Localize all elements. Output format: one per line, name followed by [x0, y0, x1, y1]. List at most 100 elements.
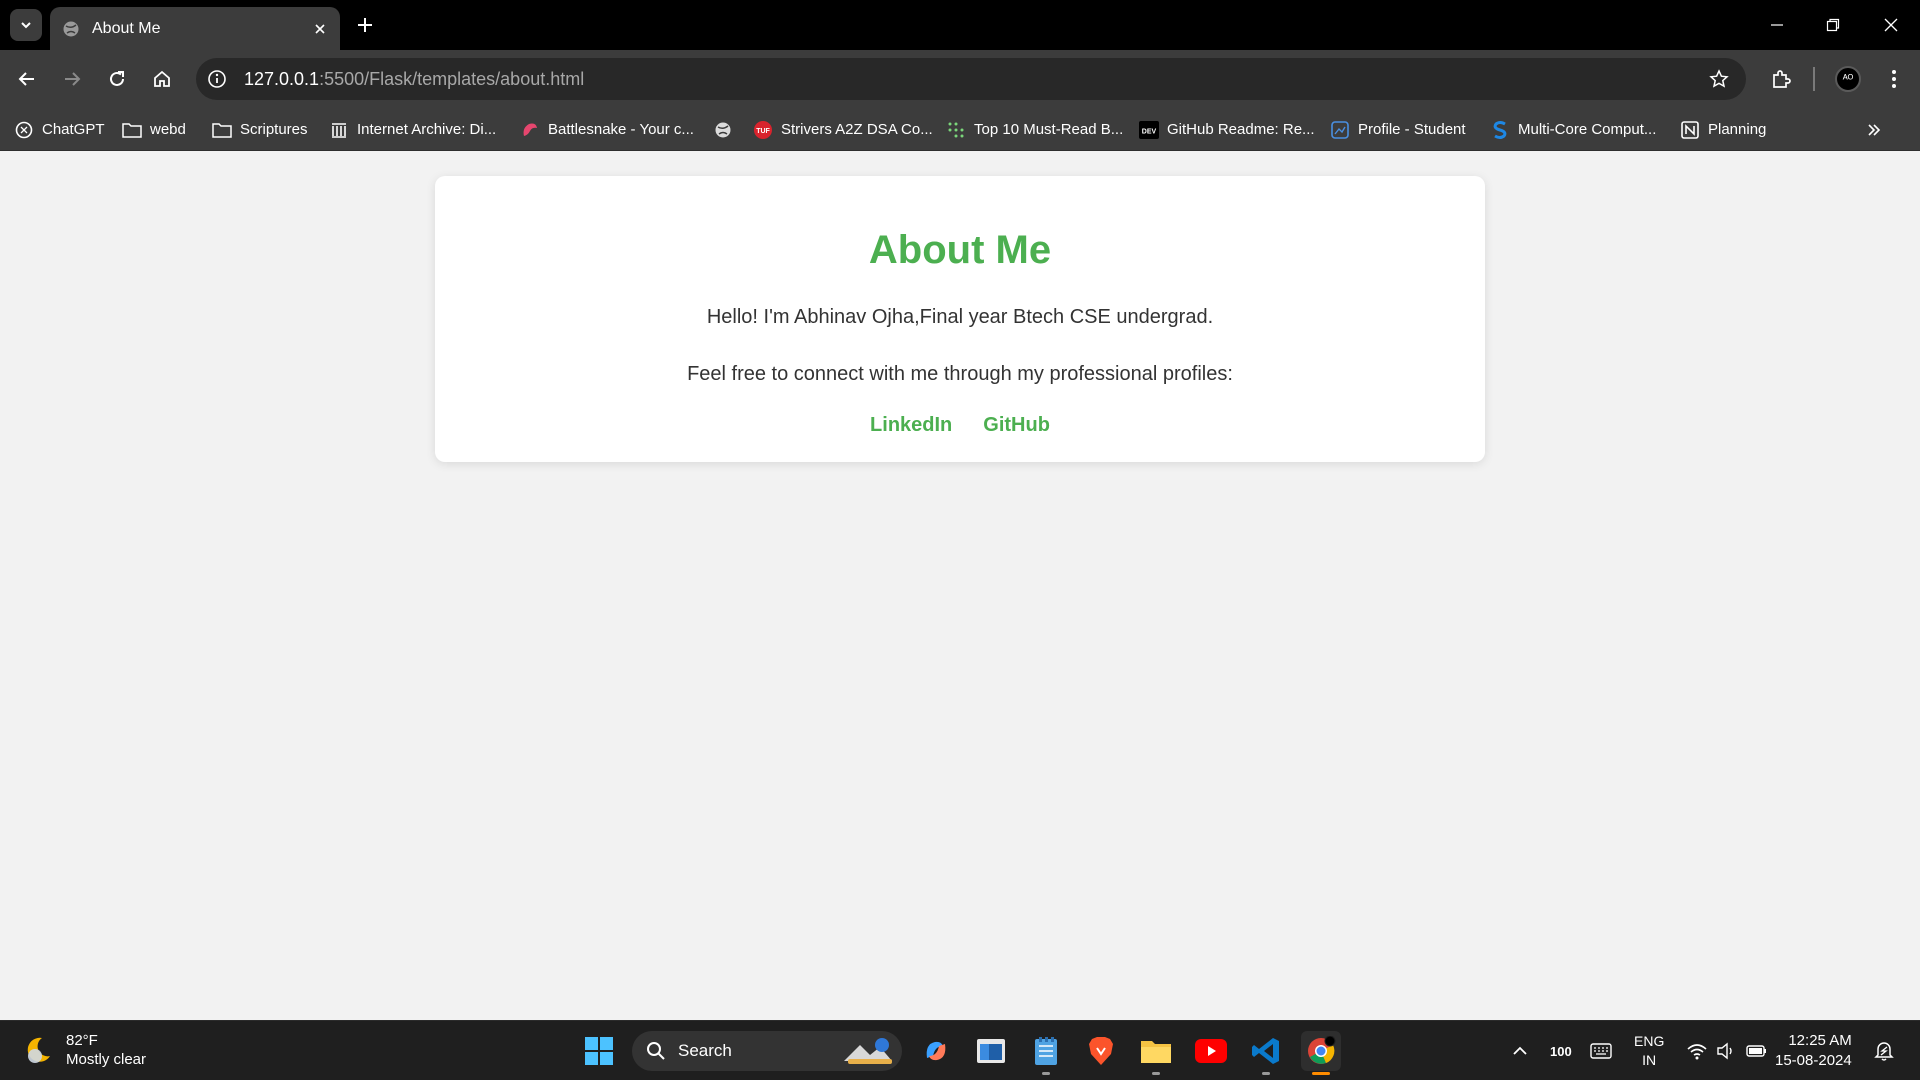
- bookmark-multicore[interactable]: Multi-Core Comput...: [1490, 108, 1656, 151]
- home-button[interactable]: [146, 63, 178, 95]
- bookmark-label: Strivers A2Z DSA Co...: [781, 121, 933, 138]
- profile-avatar[interactable]: ᴬᴼ: [1835, 66, 1861, 92]
- site-info-icon[interactable]: [204, 66, 230, 92]
- file-explorer-app[interactable]: [1136, 1031, 1176, 1075]
- extensions-button[interactable]: [1765, 63, 1797, 95]
- minimize-button[interactable]: [1762, 10, 1792, 40]
- github-link[interactable]: GitHub: [983, 414, 1050, 437]
- notepad-app[interactable]: [1026, 1031, 1066, 1075]
- chrome-app[interactable]: [1301, 1031, 1341, 1075]
- browser-titlebar: About Me: [0, 0, 1920, 50]
- url-path: :5500/Flask/templates/about.html: [319, 68, 585, 89]
- bookmark-internet-archive[interactable]: Internet Archive: Di...: [329, 108, 496, 151]
- window-app-icon: [977, 1039, 1005, 1063]
- language-line1: ENG: [1634, 1033, 1665, 1049]
- page-title: About Me: [868, 228, 1052, 272]
- chevron-down-icon: [21, 22, 31, 29]
- weather-widget[interactable]: 82°F Mostly clear: [22, 1031, 146, 1069]
- language-line2: IN: [1642, 1052, 1657, 1068]
- battery-button[interactable]: [1746, 1021, 1768, 1080]
- linkedin-link[interactable]: LinkedIn: [870, 414, 952, 437]
- taskbar-search[interactable]: Search: [632, 1031, 902, 1071]
- windows-logo-icon: [585, 1037, 613, 1065]
- intro-text: Hello! I'm Abhinav Ojha,Final year Btech…: [706, 306, 1214, 328]
- minimize-icon: [1771, 24, 1783, 26]
- profile-initial: ᴬᴼ: [1842, 73, 1854, 85]
- wifi-icon: [1687, 1044, 1707, 1060]
- reload-button[interactable]: [101, 63, 133, 95]
- svg-text:DEV: DEV: [1142, 128, 1157, 135]
- bookmarks-bar: ChatGPT webd Scriptures Internet Archive…: [0, 108, 1920, 151]
- url-text[interactable]: 127.0.0.1:5500/Flask/templates/about.htm…: [244, 69, 584, 90]
- bookmark-label: Top 10 Must-Read B...: [974, 121, 1124, 138]
- search-label: Search: [678, 1041, 732, 1060]
- chevron-up-icon: [1513, 1046, 1527, 1055]
- tuf-icon: TUF: [753, 120, 773, 140]
- clock-time: 12:25 AM: [1788, 1032, 1852, 1049]
- start-button[interactable]: [579, 1031, 619, 1071]
- menu-button[interactable]: [1878, 63, 1910, 95]
- globe-icon: [63, 21, 79, 36]
- tab-search-button[interactable]: [10, 9, 42, 41]
- battery-percent[interactable]: 100: [1550, 1021, 1572, 1080]
- about-card: About Me Hello! I'm Abhinav Ojha,Final y…: [435, 176, 1485, 462]
- volume-button[interactable]: [1716, 1021, 1736, 1080]
- keyboard-button[interactable]: [1590, 1021, 1612, 1080]
- brave-app[interactable]: [1081, 1031, 1121, 1071]
- search-highlight-icon: [844, 1038, 892, 1064]
- system-clock[interactable]: 12:25 AM 15-08-2024: [1775, 1031, 1852, 1071]
- weather-temp: 82°F: [66, 1032, 98, 1049]
- back-button[interactable]: [11, 63, 43, 95]
- tab-title: About Me: [92, 19, 161, 37]
- bookmark-star-icon[interactable]: [1706, 66, 1732, 92]
- bookmark-webd[interactable]: webd: [122, 108, 186, 151]
- notification-bell-icon: [1874, 1042, 1894, 1061]
- chrome-icon: [1308, 1036, 1336, 1064]
- show-hidden-icons-button[interactable]: [1512, 1021, 1528, 1080]
- bookmark-scriptures[interactable]: Scriptures: [212, 108, 308, 151]
- s-icon: [1490, 120, 1510, 140]
- address-bar[interactable]: 127.0.0.1:5500/Flask/templates/about.htm…: [196, 58, 1746, 100]
- youtube-app[interactable]: [1191, 1031, 1231, 1071]
- plus-icon: [358, 18, 372, 32]
- folder-icon: [212, 120, 232, 140]
- bookmark-planning[interactable]: Planning: [1680, 108, 1766, 151]
- close-icon: [1884, 18, 1898, 32]
- bookmark-label: Multi-Core Comput...: [1518, 121, 1657, 138]
- bookmark-battlesnake[interactable]: Battlesnake - Your c...: [520, 108, 694, 151]
- store-app[interactable]: [971, 1031, 1011, 1071]
- bookmark-profile-student[interactable]: Profile - Student: [1330, 108, 1466, 151]
- close-tab-icon[interactable]: [312, 21, 328, 37]
- bookmark-globe[interactable]: [713, 108, 741, 151]
- copilot-app[interactable]: [916, 1031, 956, 1071]
- bookmark-top10[interactable]: Top 10 Must-Read B...: [946, 108, 1123, 151]
- bookmark-github-readme[interactable]: DEV GitHub Readme: Re...: [1139, 108, 1315, 151]
- youtube-icon: [1195, 1039, 1227, 1063]
- reload-icon: [110, 71, 124, 86]
- new-tab-button[interactable]: [352, 12, 378, 38]
- profile-icon: [1330, 120, 1350, 140]
- chatgpt-icon: [14, 120, 34, 140]
- bookmark-strivers[interactable]: TUF Strivers A2Z DSA Co...: [753, 108, 933, 151]
- language-indicator[interactable]: ENG IN: [1634, 1021, 1664, 1080]
- bookmark-chatgpt[interactable]: ChatGPT: [14, 108, 105, 151]
- bookmark-label: Battlesnake - Your c...: [548, 121, 694, 138]
- forward-button[interactable]: [56, 63, 88, 95]
- bookmarks-overflow-button[interactable]: [1862, 118, 1886, 142]
- archive-icon: [329, 120, 349, 140]
- profile-links: LinkedIn GitHub: [435, 414, 1485, 437]
- url-host: 127.0.0.1: [244, 68, 320, 89]
- browser-tab[interactable]: About Me: [50, 7, 340, 50]
- browser-toolbar: 127.0.0.1:5500/Flask/templates/about.htm…: [0, 50, 1920, 108]
- toolbar-divider: [1813, 67, 1815, 91]
- notifications-button[interactable]: [1874, 1021, 1894, 1080]
- clock-date: 15-08-2024: [1775, 1052, 1852, 1069]
- keyboard-icon: [1590, 1043, 1612, 1059]
- wifi-button[interactable]: [1686, 1021, 1708, 1080]
- vscode-app[interactable]: [1246, 1031, 1286, 1075]
- close-window-button[interactable]: [1876, 10, 1906, 40]
- puzzle-icon: [1773, 70, 1791, 88]
- restore-button[interactable]: [1818, 10, 1848, 40]
- page-viewport: About Me Hello! I'm Abhinav Ojha,Final y…: [0, 151, 1920, 1020]
- bookmark-label: Internet Archive: Di...: [357, 121, 497, 138]
